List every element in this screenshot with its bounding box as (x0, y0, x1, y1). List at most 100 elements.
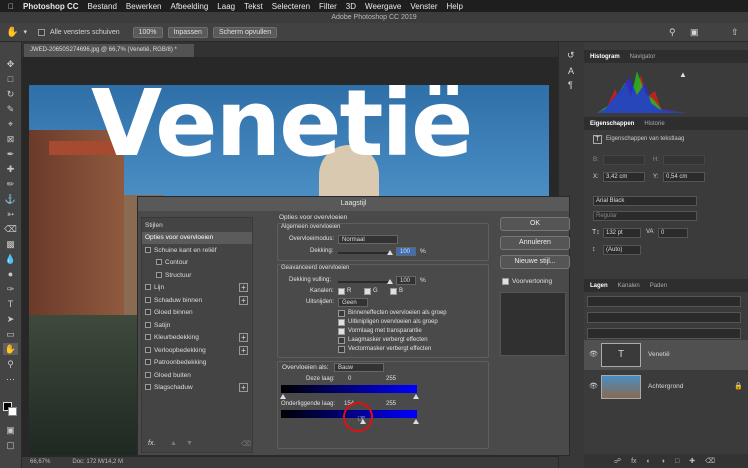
new-layer-icon[interactable]: ✚ (689, 457, 695, 465)
healing-tool-icon[interactable]: ✚ (3, 163, 18, 175)
fill-opacity-field[interactable]: 100 (396, 276, 416, 285)
opacity-slider[interactable] (338, 252, 390, 254)
tool-preset-chevron-icon[interactable]: ▾ (23, 28, 27, 36)
cancel-button[interactable]: Annuleren (500, 236, 570, 250)
character-icon[interactable]: A (568, 66, 574, 76)
styles-header[interactable]: Stijlen (142, 220, 252, 232)
menu-bestand[interactable]: Bestand (88, 2, 117, 11)
layer-visibility-eye-icon[interactable]: 👁 (589, 350, 598, 358)
tab-layers[interactable]: Lagen (590, 283, 608, 289)
style-checkbox[interactable] (145, 246, 151, 253)
type-tool-icon[interactable]: T (3, 298, 18, 310)
style-item[interactable]: Satijn (142, 320, 252, 332)
style-item[interactable]: Verloopbedekking + (142, 345, 252, 357)
blend-mode-select[interactable]: Normaal (338, 235, 398, 244)
menu-3d[interactable]: 3D (346, 2, 356, 11)
y-field[interactable]: 0,54 cm (663, 172, 705, 182)
opacity-field[interactable]: 100 (396, 247, 416, 256)
ok-button[interactable]: OK (500, 217, 570, 231)
fx-icon[interactable]: fx (631, 458, 636, 465)
advanced-option-checkbox[interactable] (338, 310, 345, 317)
menu-help[interactable]: Help (447, 2, 463, 11)
layer-name-venetie[interactable]: Venetië (648, 351, 670, 358)
tab-paths[interactable]: Paden (650, 283, 667, 289)
eyedropper-tool-icon[interactable]: ✒ (3, 148, 18, 160)
layer-visibility-eye-icon[interactable]: 👁 (589, 382, 598, 390)
channel-g-checkbox[interactable] (364, 288, 371, 295)
style-checkbox[interactable] (156, 259, 162, 266)
style-checkbox[interactable] (145, 334, 151, 341)
this-layer-white-knob[interactable] (413, 394, 419, 399)
style-checkbox[interactable] (145, 309, 151, 316)
tab-navigator[interactable]: Navigator (630, 54, 656, 60)
menu-venster[interactable]: Venster (410, 2, 437, 11)
this-layer-black-knob[interactable] (280, 394, 286, 399)
paragraph-icon[interactable]: ¶ (568, 80, 573, 90)
tracking-field[interactable]: 0 (658, 228, 688, 238)
fx-menu-icon[interactable]: fx. (148, 440, 155, 447)
advanced-option-checkbox[interactable] (338, 328, 345, 335)
dodge-tool-icon[interactable]: ● (3, 268, 18, 280)
style-checkbox[interactable] (145, 321, 151, 328)
blur-tool-icon[interactable]: 💧 (3, 253, 18, 265)
zoom-100-button[interactable]: 100% (132, 26, 163, 38)
move-tool-icon[interactable]: ✥ (3, 58, 18, 70)
add-style-icon[interactable]: + (239, 345, 248, 355)
document-tab[interactable]: JWED-20650S274696.jpg @ 66,7% (Venetië, … (24, 44, 194, 57)
advanced-option-checkbox[interactable] (338, 346, 345, 353)
frame-tool-icon[interactable]: ⊠ (3, 133, 18, 145)
style-item[interactable]: Patroonbedekking (142, 357, 252, 369)
advanced-option-checkbox[interactable] (338, 319, 345, 326)
search-icon[interactable]: ⚲ (669, 27, 676, 38)
tab-history[interactable]: Historie (644, 121, 664, 127)
tab-properties[interactable]: Eigenschappen (590, 121, 634, 127)
quick-mask-icon[interactable]: ▣ (3, 424, 18, 436)
history-brush-tool-icon[interactable]: ➳ (3, 208, 18, 220)
menu-filter[interactable]: Filter (319, 2, 337, 11)
opacity-slider-knob[interactable] (387, 250, 393, 255)
mask-icon[interactable]: ◐ (647, 458, 651, 465)
style-checkbox[interactable] (145, 296, 151, 303)
zoom-tool-icon[interactable]: ⚲ (3, 358, 18, 370)
lasso-tool-icon[interactable]: ↻ (3, 88, 18, 100)
menu-laag[interactable]: Laag (217, 2, 235, 11)
font-size-field[interactable]: 132 pt (603, 228, 641, 238)
underlying-white-knob[interactable] (413, 419, 419, 424)
layer-blend-field[interactable] (587, 312, 741, 323)
font-family-select[interactable]: Arial Black (593, 196, 697, 206)
channel-r-checkbox[interactable] (338, 288, 345, 295)
style-item[interactable]: Gloed buiten (142, 370, 252, 382)
style-item[interactable]: Kleurbedekking + (142, 332, 252, 344)
style-item[interactable]: Schaduw binnen + (142, 295, 252, 307)
style-item[interactable]: Gloed binnen (142, 307, 252, 319)
leading-field[interactable]: (Auto) (603, 245, 641, 255)
marquee-tool-icon[interactable]: □ (3, 73, 18, 85)
style-checkbox[interactable] (156, 271, 162, 278)
tab-channels[interactable]: Kanalen (618, 283, 640, 289)
gradient-tool-icon[interactable]: ▩ (3, 238, 18, 250)
menu-weergave[interactable]: Weergave (365, 2, 401, 11)
link-icon[interactable]: ☍ (614, 457, 621, 465)
x-field[interactable]: 3,42 cm (603, 172, 645, 182)
tab-histogram[interactable]: Histogram (590, 54, 620, 60)
adjustment-icon[interactable]: ◑ (661, 458, 665, 465)
share-icon[interactable]: ⇧ (731, 27, 739, 38)
style-item[interactable]: Lijn + (142, 282, 252, 294)
quick-select-tool-icon[interactable]: ✎ (3, 103, 18, 115)
screen-mode-icon[interactable]: ▢ (3, 439, 18, 451)
channel-b-checkbox[interactable] (390, 288, 397, 295)
fit-screen-button[interactable]: Inpassen (167, 26, 208, 38)
layer-filter-field[interactable] (587, 296, 741, 307)
menu-selecteren[interactable]: Selecteren (272, 2, 310, 11)
knockout-select[interactable]: Geen (338, 298, 368, 307)
preview-checkbox[interactable] (502, 278, 509, 285)
hand-tool-icon[interactable]: ✋ (6, 27, 18, 38)
add-style-icon[interactable]: + (239, 333, 248, 342)
advanced-option-checkbox[interactable] (338, 337, 345, 344)
new-style-button[interactable]: Nieuwe stijl... (500, 255, 570, 269)
move-up-icon[interactable]: ▲ (170, 440, 177, 447)
style-item[interactable]: Opties voor overvloeien (142, 232, 252, 244)
menu-afbeelding[interactable]: Afbeelding (170, 2, 208, 11)
add-style-icon[interactable]: + (239, 383, 248, 392)
folder-icon[interactable]: □ (675, 458, 679, 465)
